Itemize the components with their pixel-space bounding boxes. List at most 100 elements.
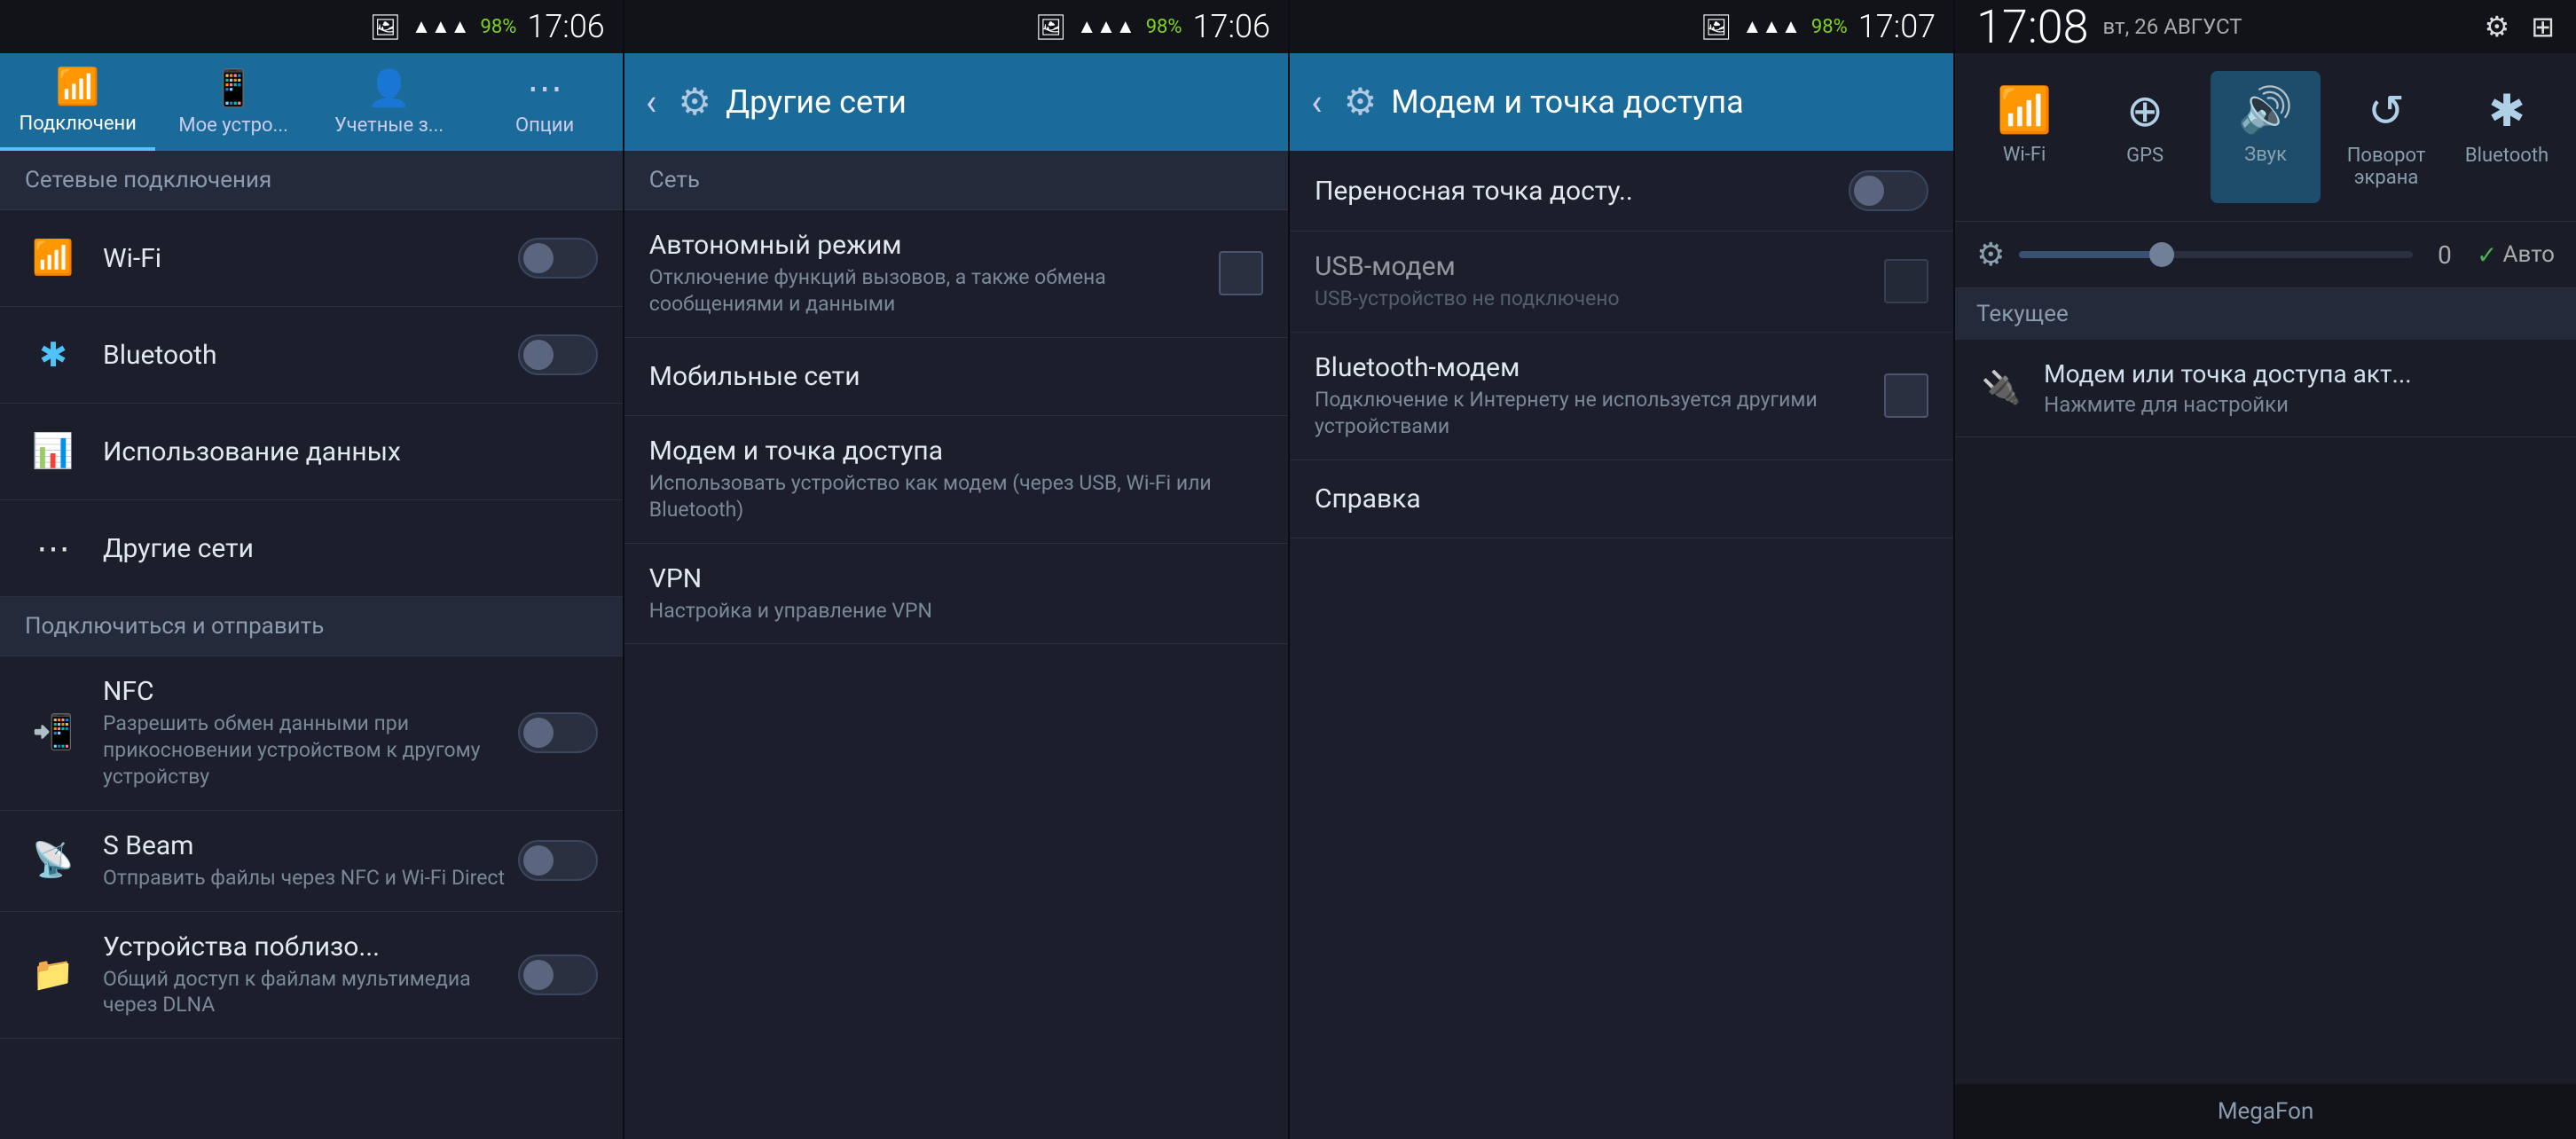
quick-rotate-label: Поворот экрана — [2338, 145, 2434, 189]
hotspot-title: Переносная точка досту.. — [1315, 176, 1849, 207]
settings-panel-1: 🖼 ▲▲▲ 98% 17:06 📶 Подключени 📱 Мое устро… — [0, 0, 623, 1139]
tab-accounts-label: Учетные з... — [334, 114, 444, 137]
tab-options[interactable]: ⋯ Опции — [467, 53, 622, 151]
quick-tile-bluetooth[interactable]: ✱ Bluetooth — [2452, 71, 2562, 203]
list-item-portable-hotspot[interactable]: Переносная точка досту.. — [1290, 151, 1953, 232]
bt-tether-checkbox[interactable] — [1884, 373, 1928, 418]
vpn-subtitle: Настройка и управление VPN — [649, 598, 1263, 624]
airplane-checkbox[interactable] — [1219, 251, 1263, 295]
clock-1: 17:06 — [527, 8, 604, 45]
panel3-title: Модем и точка доступа — [1391, 83, 1744, 121]
panel2-title: Другие сети — [726, 83, 907, 121]
nfc-toggle[interactable] — [518, 712, 598, 753]
hotspot-notif-icon: 🔌 — [1976, 363, 2026, 412]
list-item-usb-tethering[interactable]: USB-модем USB-устройство не подключено — [1290, 232, 1953, 333]
hotspot-toggle[interactable] — [1849, 170, 1928, 211]
list-item-mobile-networks[interactable]: Мобильные сети — [624, 338, 1288, 416]
mobile-title: Мобильные сети — [649, 361, 1263, 392]
quick-gps-label: GPS — [2126, 145, 2164, 167]
nfc-toggle-knob — [523, 718, 554, 748]
clock-4: 17:08 — [1976, 0, 2088, 54]
hotspot-toggle-knob — [1854, 176, 1884, 206]
tab-mydevice-label: Мое устро... — [178, 114, 288, 137]
list-item-nfc[interactable]: 📲 NFC Разрешить обмен данными при прикос… — [0, 656, 623, 811]
hotspot-notif-title: Модем или точка доступа акт... — [2044, 359, 2555, 389]
airplane-title: Автономный режим — [649, 230, 1219, 261]
quick-sound-label: Звук — [2244, 144, 2287, 166]
sbeam-toggle[interactable] — [518, 840, 598, 881]
battery-1: 98% — [481, 16, 517, 38]
tab-connections[interactable]: 📶 Подключени — [0, 53, 155, 151]
back-button-3[interactable]: ‹ — [1311, 81, 1323, 124]
nfc-content: NFC Разрешить обмен данными при прикосно… — [103, 676, 518, 790]
bluetooth-toggle-knob — [523, 340, 554, 370]
other-networks-icon: ⋯ — [25, 520, 82, 577]
image-icon-3: 🖼 — [1700, 12, 1732, 42]
section-network-2: Сеть — [624, 151, 1288, 210]
settings-gear-icon-2: ⚙ — [678, 80, 711, 124]
list-item-vpn[interactable]: VPN Настройка и управление VPN — [624, 544, 1288, 645]
nearby-content: Устройства поблизо... Общий доступ к фай… — [103, 931, 518, 1019]
list-item-data-usage[interactable]: 📊 Использование данных — [0, 404, 623, 500]
back-button-2[interactable]: ‹ — [646, 81, 657, 124]
quick-tile-gps[interactable]: ⊕ GPS — [2090, 71, 2200, 203]
quick-tile-sound[interactable]: 🔊 Звук — [2211, 71, 2321, 203]
list-item-other-networks[interactable]: ⋯ Другие сети — [0, 500, 623, 597]
hotspot-notif-content: Модем или точка доступа акт... Нажмите д… — [2044, 359, 2555, 417]
sbeam-content: S Beam Отправить файлы через NFC и Wi-Fi… — [103, 830, 518, 892]
notification-hotspot[interactable]: 🔌 Модем или точка доступа акт... Нажмите… — [1955, 340, 2576, 437]
list-item-tethering[interactable]: Модем и точка доступа Использовать устро… — [624, 416, 1288, 544]
quick-tile-rotate[interactable]: ↺ Поворот экрана — [2331, 71, 2441, 203]
image-icon-2: 🖼 — [1035, 12, 1067, 42]
usb-title: USB-модем — [1315, 251, 1884, 282]
sbeam-subtitle: Отправить файлы через NFC и Wi-Fi Direct — [103, 865, 518, 892]
brightness-thumb — [2149, 242, 2174, 267]
tab-connections-label: Подключени — [20, 113, 137, 135]
wifi-toggle-knob — [523, 243, 554, 273]
quick-rotate-icon: ↺ — [2368, 85, 2405, 137]
signal-icon-1: ▲▲▲ — [412, 15, 469, 38]
list-item-help[interactable]: Справка — [1290, 460, 1953, 538]
bluetooth-toggle[interactable] — [518, 334, 598, 375]
bt-tether-content: Bluetooth-модем Подключение к Интернету … — [1315, 352, 1884, 440]
tab-connections-icon: 📶 — [56, 66, 100, 107]
status-bar-3: 🖼 ▲▲▲ 98% 17:07 — [1290, 0, 1953, 53]
bluetooth-title: Bluetooth — [103, 340, 518, 371]
quick-wifi-icon: 📶 — [1997, 85, 2052, 137]
bluetooth-content: Bluetooth — [103, 340, 518, 371]
other-networks-content: Другие сети — [103, 533, 598, 564]
list-item-wifi[interactable]: 📶 Wi-Fi — [0, 210, 623, 307]
date-4: вт, 26 АВГУСТ — [2102, 14, 2242, 39]
nearby-icon: 📁 — [25, 947, 82, 1003]
tab-accounts-icon: 👤 — [367, 67, 412, 109]
tab-options-label: Опции — [515, 114, 574, 137]
bt-tether-title: Bluetooth-модем — [1315, 352, 1884, 383]
status-icons-4: ⚙ ⊞ — [2485, 10, 2556, 43]
tab-options-icon: ⋯ — [527, 67, 562, 109]
brightness-auto[interactable]: ✓ Авто — [2477, 240, 2555, 270]
battery-3: 98% — [1811, 16, 1848, 38]
tab-bar-1: 📶 Подключени 📱 Мое устро... 👤 Учетные з.… — [0, 53, 623, 151]
tab-mydevice[interactable]: 📱 Мое устро... — [155, 53, 310, 151]
tab-accounts[interactable]: 👤 Учетные з... — [311, 53, 467, 151]
list-item-airplane[interactable]: Автономный режим Отключение функций вызо… — [624, 210, 1288, 338]
help-content: Справка — [1315, 483, 1928, 515]
list-item-bluetooth-tethering[interactable]: Bluetooth-модем Подключение к Интернету … — [1290, 333, 1953, 460]
quick-tile-wifi[interactable]: 📶 Wi-Fi — [1969, 71, 2079, 203]
quick-bluetooth-icon: ✱ — [2488, 85, 2525, 137]
help-title: Справка — [1315, 483, 1928, 515]
gear-icon-4[interactable]: ⚙ — [2485, 10, 2510, 43]
signal-icon-3: ▲▲▲ — [1743, 15, 1801, 38]
vpn-content: VPN Настройка и управление VPN — [649, 563, 1263, 624]
brightness-slider[interactable] — [2019, 251, 2413, 258]
wifi-toggle[interactable] — [518, 238, 598, 279]
other-networks-title: Другие сети — [103, 533, 598, 564]
list-item-sbeam[interactable]: 📡 S Beam Отправить файлы через NFC и Wi-… — [0, 811, 623, 912]
list-item-bluetooth[interactable]: ✱ Bluetooth — [0, 307, 623, 404]
brightness-fill — [2019, 251, 2156, 258]
grid-icon-4[interactable]: ⊞ — [2531, 10, 2555, 43]
hotspot-notif-sub: Нажмите для настройки — [2044, 392, 2555, 417]
airplane-subtitle: Отключение функций вызовов, а также обме… — [649, 264, 1219, 318]
nearby-toggle[interactable] — [518, 954, 598, 995]
list-item-nearby[interactable]: 📁 Устройства поблизо... Общий доступ к ф… — [0, 912, 623, 1040]
